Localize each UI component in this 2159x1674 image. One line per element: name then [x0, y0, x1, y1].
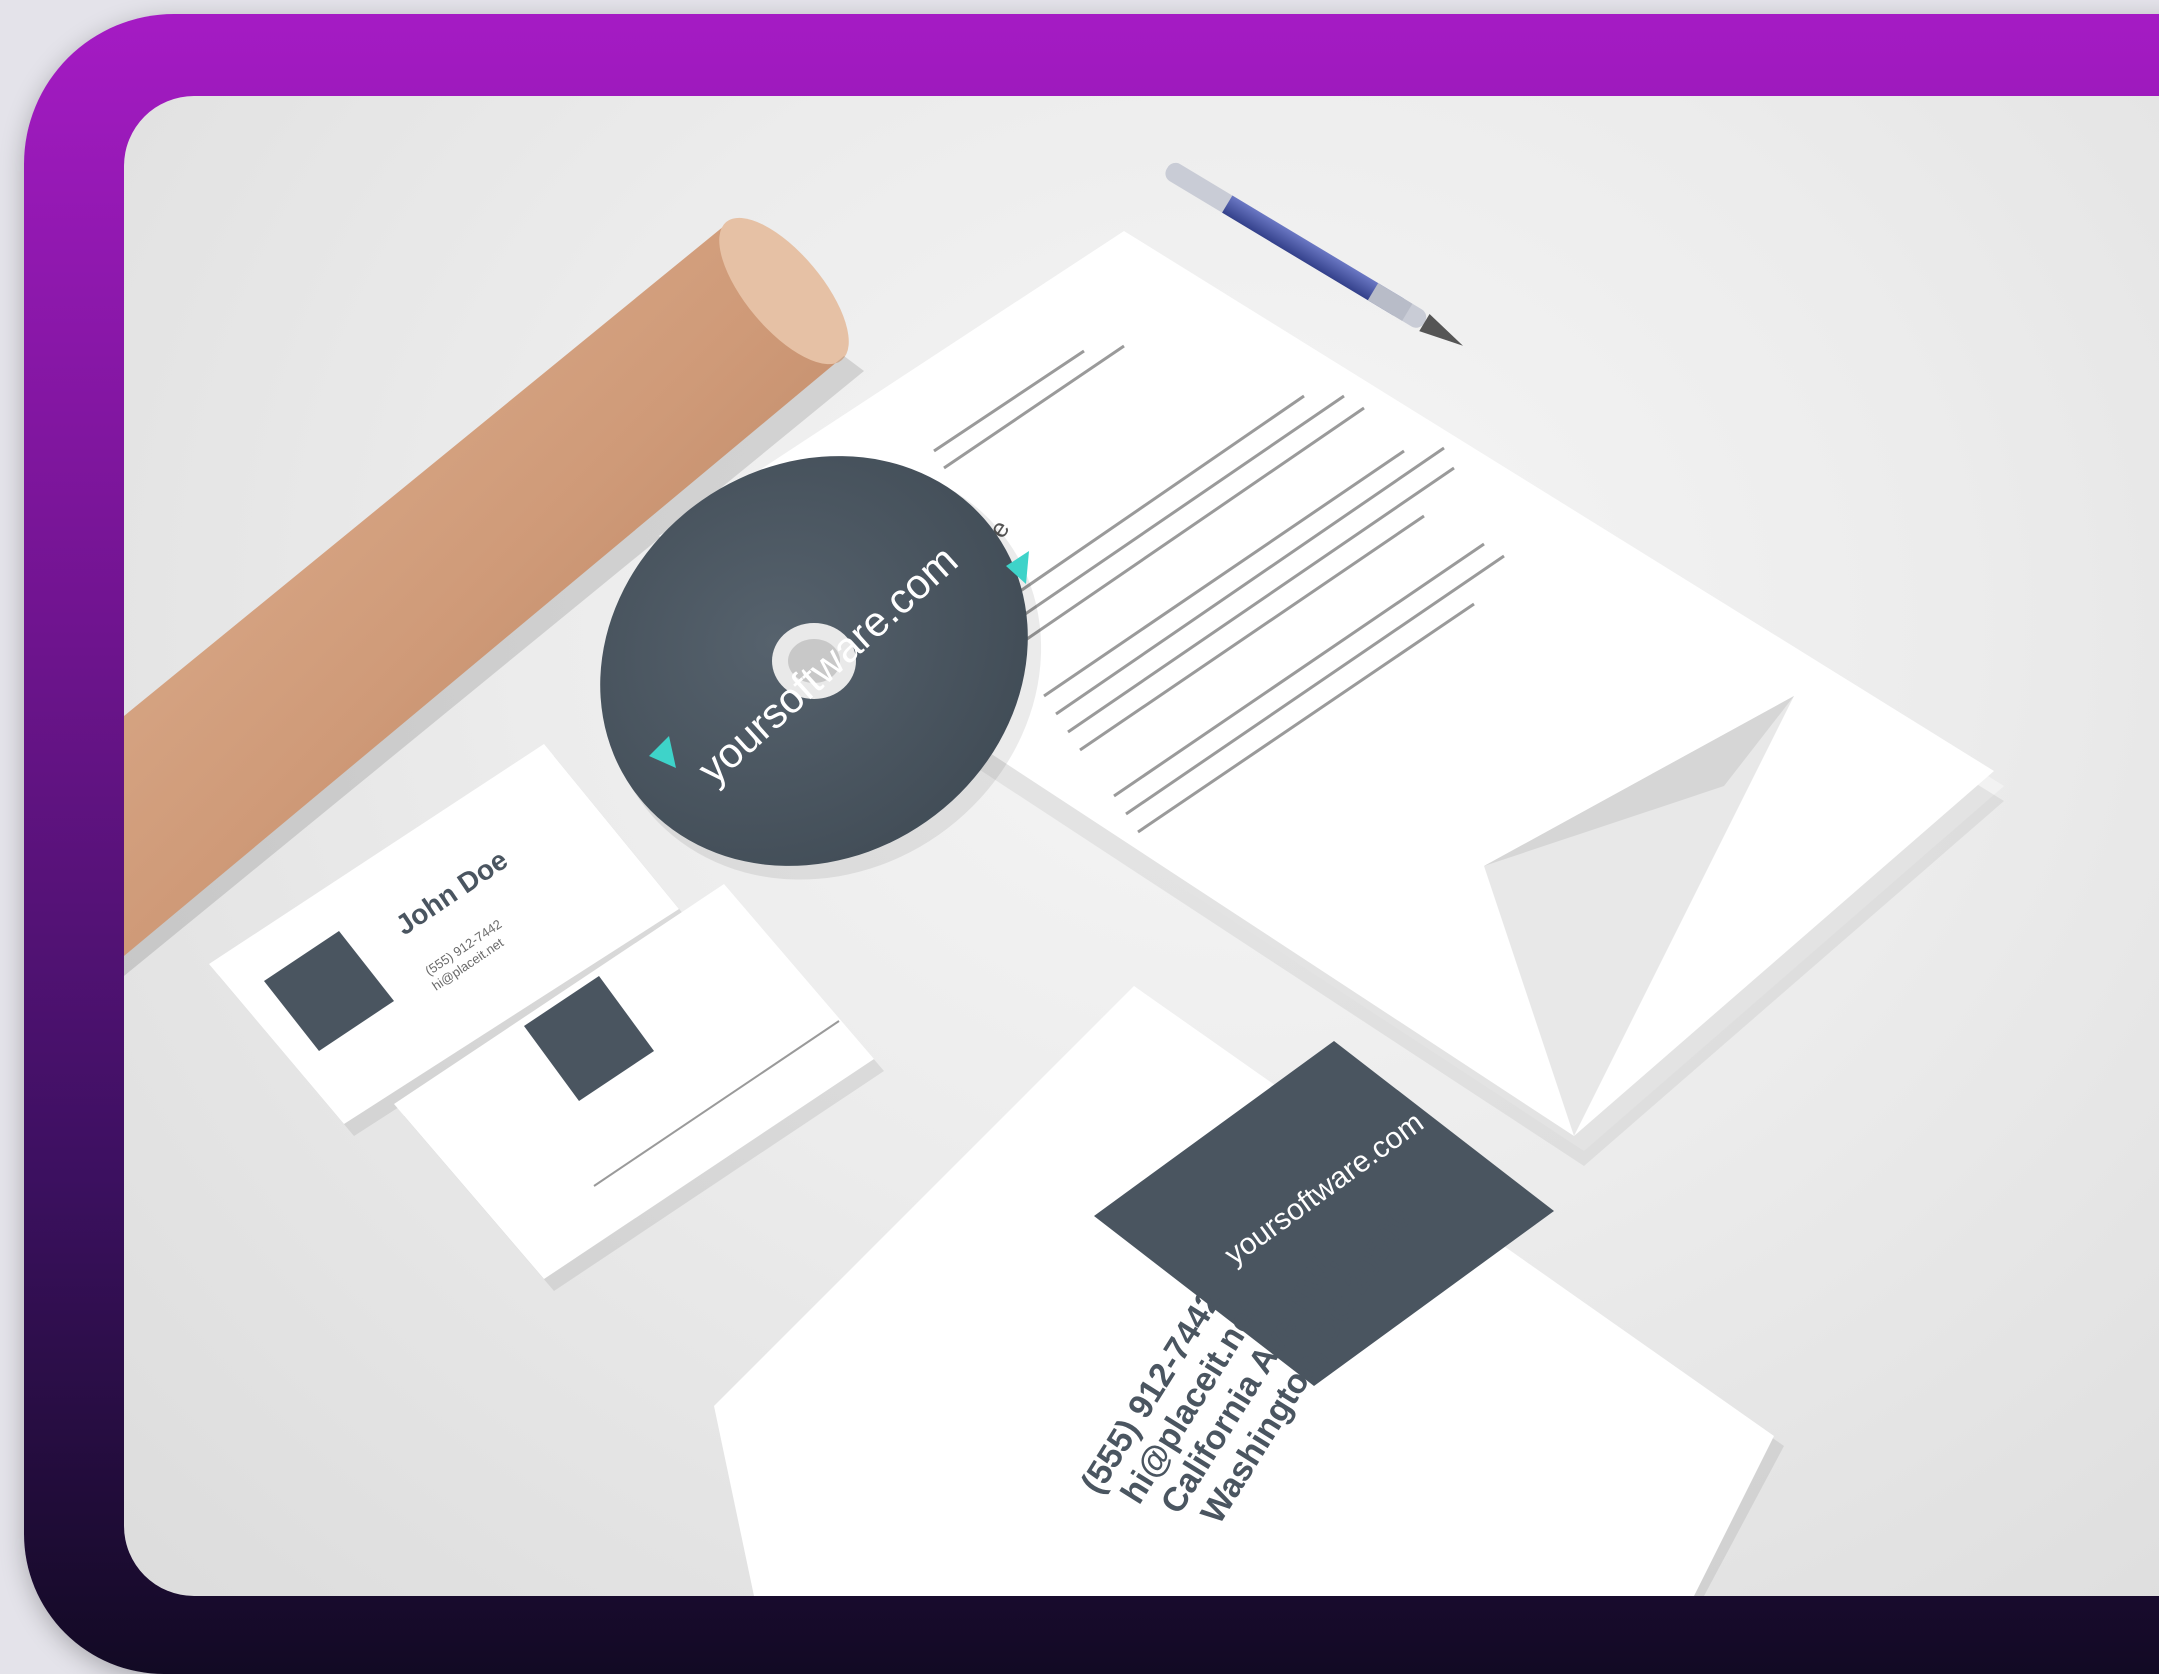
- stationery-mockup-photo: Dear Mr. Doe yoursoftware.com John Doe (…: [124, 96, 2159, 1596]
- stationery-scene: Dear Mr. Doe yoursoftware.com John Doe (…: [124, 162, 2004, 1596]
